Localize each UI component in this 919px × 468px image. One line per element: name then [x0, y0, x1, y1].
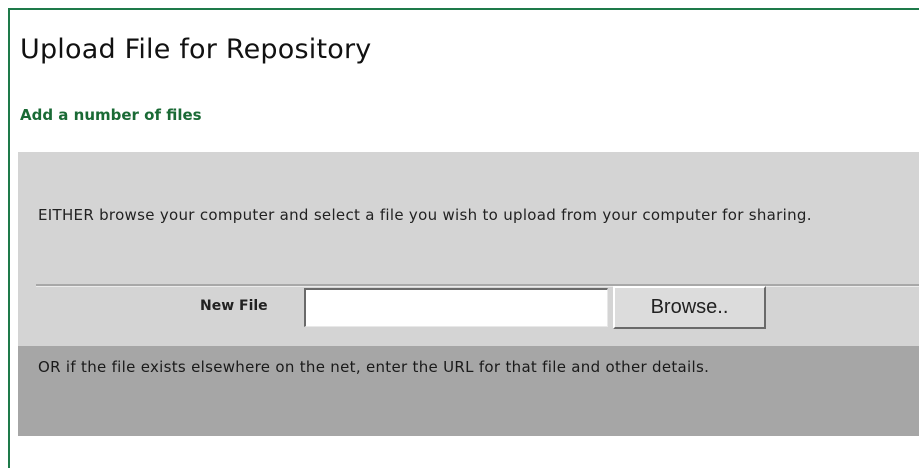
browse-instructions: EITHER browse your computer and select a…	[38, 206, 812, 224]
divider	[36, 284, 919, 287]
new-file-input[interactable]	[304, 288, 608, 327]
section-subtitle: Add a number of files	[20, 106, 202, 124]
page-title: Upload File for Repository	[20, 34, 372, 65]
browse-button[interactable]: Browse..	[613, 286, 766, 329]
url-instructions: OR if the file exists elsewhere on the n…	[38, 358, 710, 376]
new-file-label: New File	[200, 298, 268, 314]
